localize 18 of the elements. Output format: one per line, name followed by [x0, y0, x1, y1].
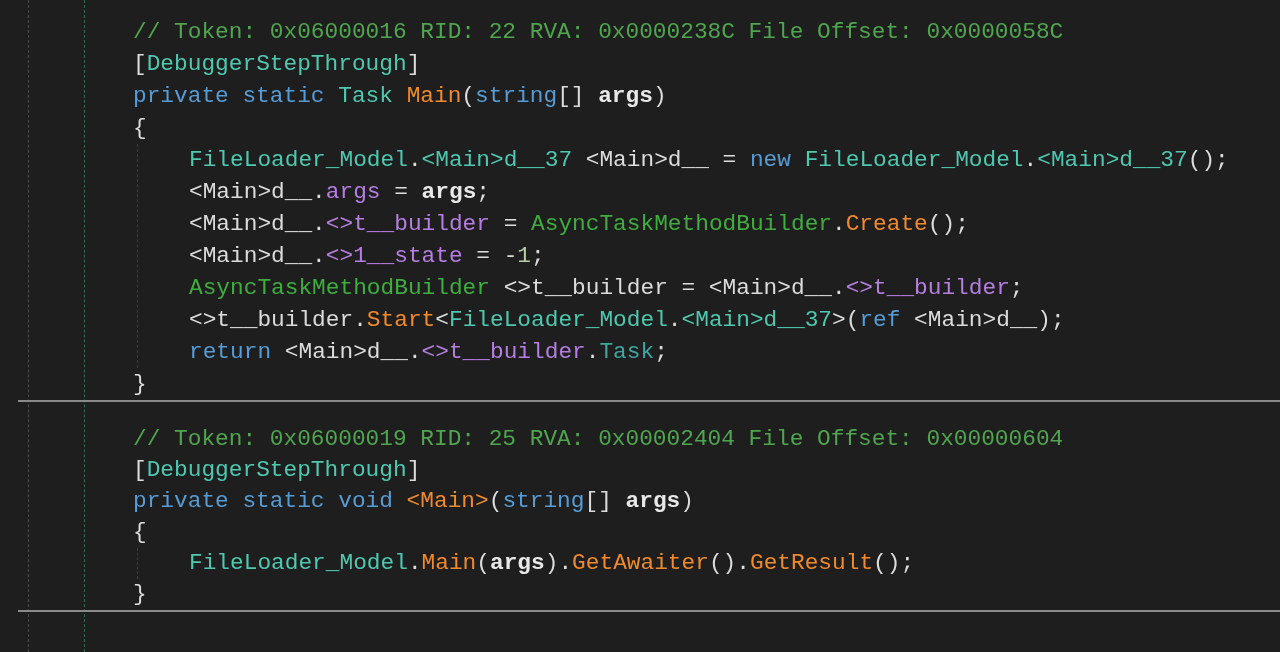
- code-line: private static Task Main(string[] args): [133, 82, 667, 111]
- code-line: <>t__builder.Start<FileLoader_Model.<Main>d__37>(ref <Main>d__);: [189, 306, 1065, 335]
- code-line: {: [133, 114, 147, 143]
- code-line: }: [133, 370, 147, 399]
- code-line: }: [133, 580, 147, 609]
- code-line: <Main>d__.args = args;: [189, 178, 490, 207]
- code-line: <Main>d__.<>1__state = -1;: [189, 242, 545, 271]
- code-line: <Main>d__.<>t__builder = AsyncTaskMethodBuilder.Create();: [189, 210, 969, 239]
- code-line: private static void <Main>(string[] args): [133, 487, 694, 516]
- code-comment: // Token: 0x06000019 RID: 25 RVA: 0x00002404 File Offset: 0x00000604: [133, 425, 1064, 454]
- code-line: AsyncTaskMethodBuilder <>t__builder = <Main>d__.<>t__builder;: [189, 274, 1024, 303]
- code-line: {: [133, 518, 147, 547]
- code-line: [DebuggerStepThrough]: [133, 50, 421, 79]
- code-comment: // Token: 0x06000016 RID: 22 RVA: 0x0000238C File Offset: 0x0000058C: [133, 18, 1064, 47]
- code-line: return <Main>d__.<>t__builder.Task;: [189, 338, 668, 367]
- code-line: [DebuggerStepThrough]: [133, 456, 421, 485]
- code-line: FileLoader_Model.Main(args).GetAwaiter().GetResult();: [189, 549, 915, 578]
- code-line: FileLoader_Model.<Main>d__37 <Main>d__ = new FileLoader_Model.<Main>d__37();: [189, 146, 1229, 175]
